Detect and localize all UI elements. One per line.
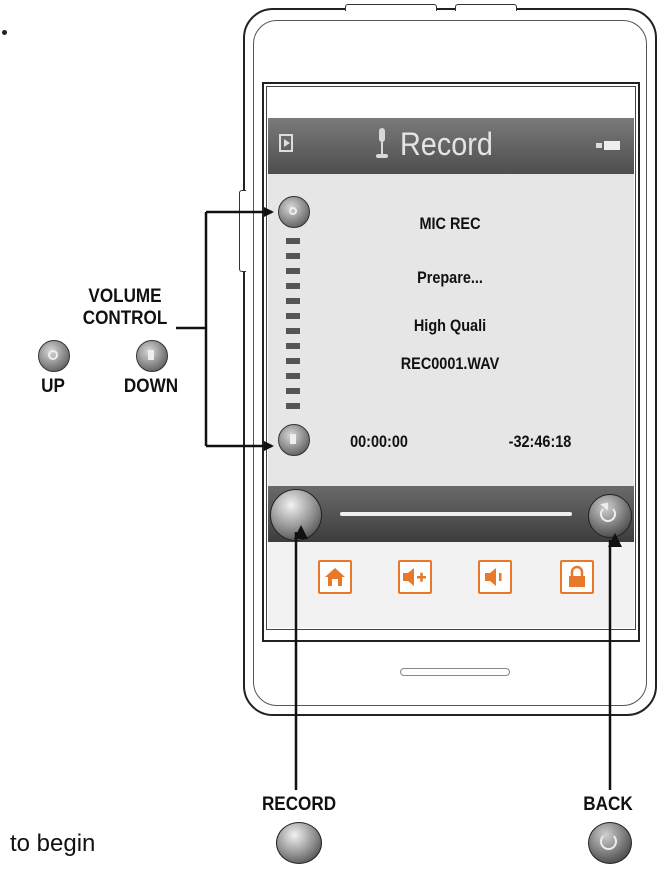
annotation-lines bbox=[176, 207, 622, 790]
volume-bracket bbox=[176, 207, 274, 451]
